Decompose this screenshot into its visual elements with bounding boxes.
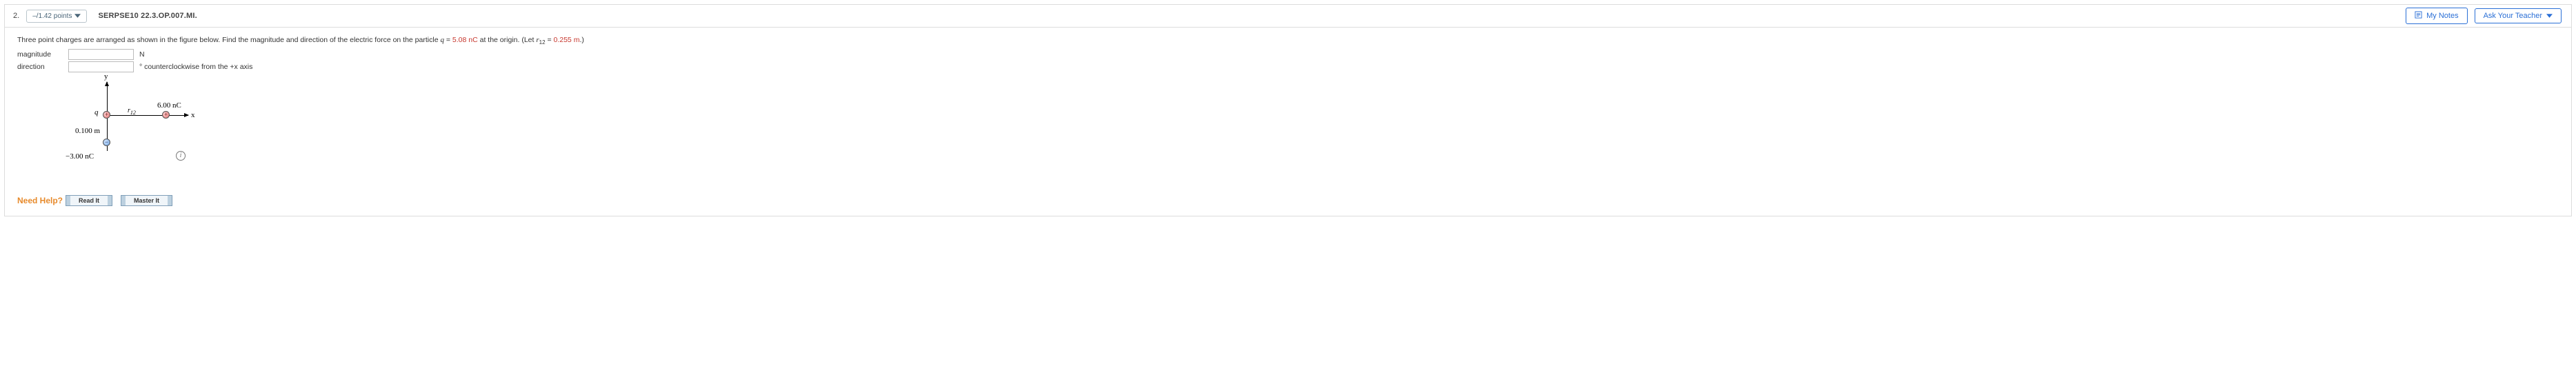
prompt-text: Three point charges are arranged as show… — [17, 36, 440, 44]
direction-unit: ° counterclockwise from the +x axis — [139, 63, 252, 71]
magnitude-input[interactable] — [68, 49, 134, 60]
x-axis — [107, 115, 188, 116]
my-notes-label: My Notes — [2426, 12, 2458, 20]
minus-icon: − — [105, 139, 108, 145]
q-value: 5.08 nC — [452, 36, 478, 44]
points-text: –/1.42 points — [32, 12, 72, 20]
question-number: 2. — [10, 12, 26, 20]
direction-input[interactable] — [68, 61, 134, 72]
prompt-eq: = — [444, 36, 452, 44]
question-container: 2. –/1.42 points SERPSE10 22.3.OP.007.MI… — [4, 4, 2572, 216]
ask-teacher-label: Ask Your Teacher — [2484, 12, 2542, 20]
x-label: x — [191, 111, 195, 119]
figure: y x + q + 6.00 nC r12 − 0.100 m −3.00 nC… — [59, 82, 238, 185]
charge-origin-label: q — [94, 108, 99, 116]
magnitude-label: magnitude — [17, 50, 63, 59]
prompt-text: at the origin. (Let — [478, 36, 537, 44]
charge-right-label: 6.00 nC — [157, 101, 181, 110]
charge-bottom-label: −3.00 nC — [66, 152, 94, 161]
charge-bottom: − — [103, 139, 110, 146]
prompt-eq: = — [546, 36, 554, 44]
direction-row: direction ° counterclockwise from the +x… — [17, 61, 2559, 72]
prompt-text: .) — [579, 36, 583, 44]
info-icon[interactable]: i — [176, 151, 186, 161]
question-body: Three point charges are arranged as show… — [5, 28, 2571, 216]
my-notes-button[interactable]: My Notes — [2406, 8, 2467, 24]
question-code: SERPSE10 22.3.OP.007.MI. — [98, 12, 197, 20]
charge-right: + — [162, 111, 170, 119]
r-sub: 12 — [539, 39, 546, 45]
header-actions: My Notes Ask Your Teacher — [2406, 8, 2566, 24]
magnitude-unit: N — [139, 50, 145, 59]
direction-label: direction — [17, 63, 63, 71]
plus-icon: + — [164, 111, 168, 118]
magnitude-row: magnitude N — [17, 49, 2559, 60]
chevron-down-icon — [2546, 12, 2553, 20]
plus-icon: + — [105, 111, 108, 118]
need-help: Need Help? Read It Master It — [17, 195, 2559, 206]
r12-label: r12 — [128, 107, 136, 116]
need-help-label: Need Help? — [17, 196, 63, 205]
question-prompt: Three point charges are arranged as show… — [17, 34, 2559, 48]
notes-icon — [2415, 11, 2422, 21]
master-it-button[interactable]: Master It — [125, 195, 168, 206]
r-value: 0.255 m — [554, 36, 580, 44]
read-it-button[interactable]: Read It — [70, 195, 108, 206]
ask-teacher-button[interactable]: Ask Your Teacher — [2475, 8, 2562, 23]
charge-origin: + — [103, 111, 110, 119]
d-left-label: 0.100 m — [75, 127, 100, 135]
chevron-down-icon — [74, 12, 81, 20]
points-dropdown[interactable]: –/1.42 points — [26, 10, 87, 23]
question-header: 2. –/1.42 points SERPSE10 22.3.OP.007.MI… — [5, 5, 2571, 28]
y-label: y — [104, 72, 108, 81]
